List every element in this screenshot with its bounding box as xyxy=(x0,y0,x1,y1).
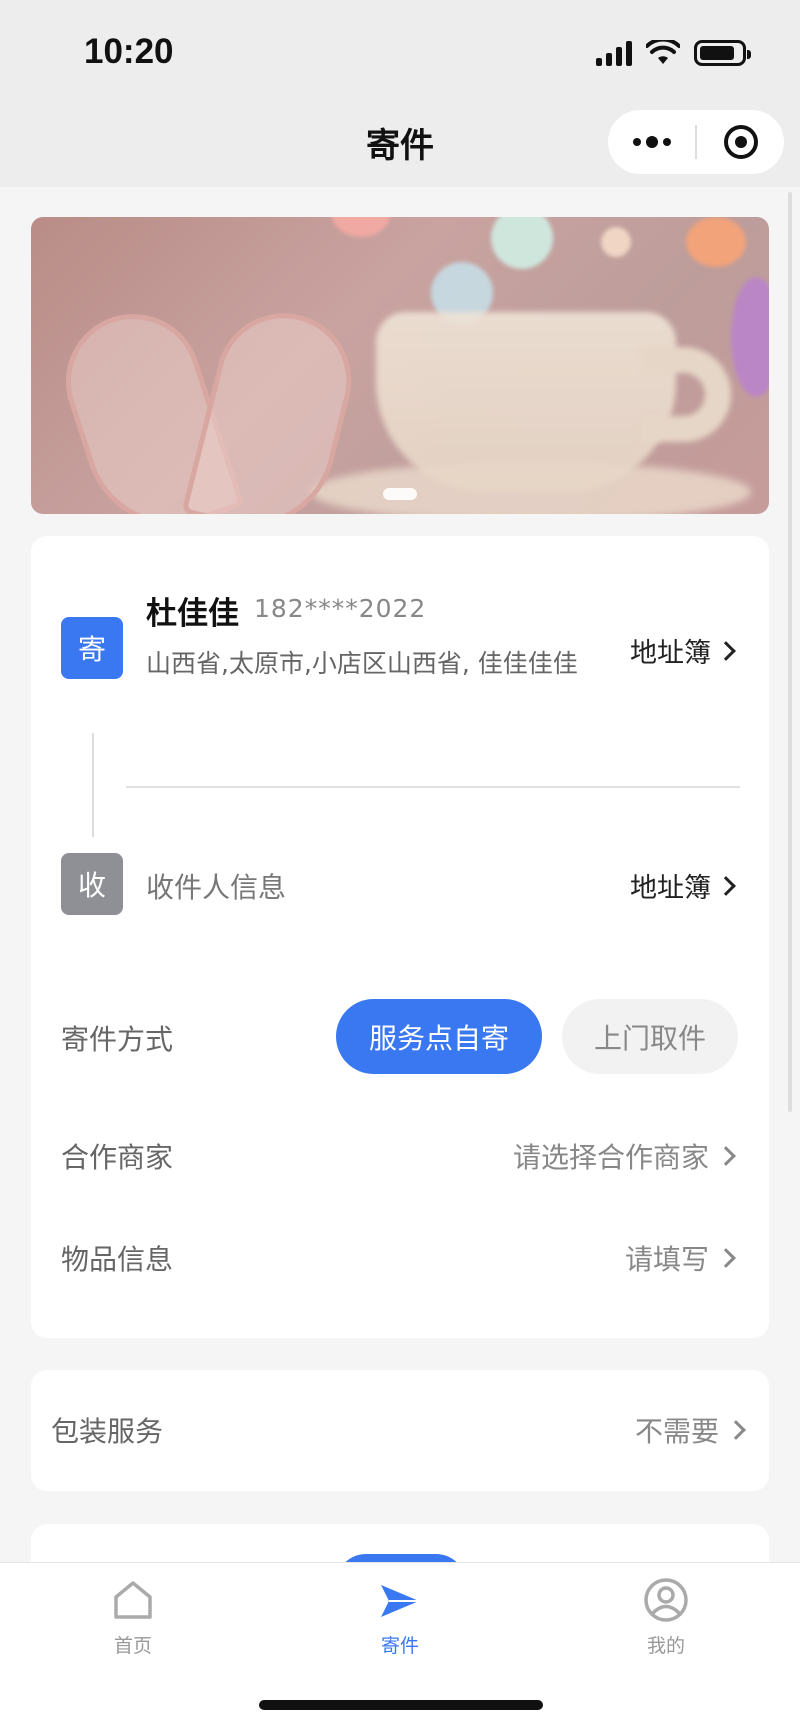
address-book-label: 地址簿 xyxy=(630,638,711,669)
close-mini-program-button[interactable] xyxy=(697,110,784,174)
chevron-right-icon xyxy=(716,875,736,896)
merchant-value: 请选择合作商家 xyxy=(512,1141,709,1174)
merchant-label: 合作商家 xyxy=(61,1141,174,1174)
home-icon xyxy=(114,1581,152,1619)
carousel-indicator xyxy=(383,488,417,500)
packaging-card[interactable]: 包装服务 不需要 xyxy=(31,1370,769,1491)
address-book-label: 地址簿 xyxy=(630,873,711,904)
recipient-address-book-link[interactable]: 地址簿 xyxy=(630,866,736,905)
status-time: 10:20 xyxy=(84,32,174,71)
home-indicator[interactable] xyxy=(259,1700,543,1710)
battery-icon xyxy=(694,40,751,66)
item-info-selector[interactable]: 请填写 xyxy=(624,1238,736,1278)
chevron-right-icon xyxy=(716,1248,736,1268)
tab-send[interactable]: 寄件 xyxy=(340,1577,460,1658)
top-bar: 10:20 寄件 xyxy=(0,0,800,187)
option-door-pickup[interactable]: 上门取件 xyxy=(562,999,738,1074)
tab-label: 首页 xyxy=(113,1635,152,1657)
recipient-info-field[interactable]: 收件人信息 xyxy=(146,866,286,906)
more-button[interactable] xyxy=(608,110,695,174)
shipping-form-card: 寄 杜佳佳 182****2022 山西省,太原市,小店区山西省, 佳佳佳佳 地… xyxy=(31,536,769,1338)
merchant-selector[interactable]: 请选择合作商家 xyxy=(512,1136,736,1176)
packaging-label: 包装服务 xyxy=(51,1415,164,1448)
sender-name: 杜佳佳 xyxy=(146,596,239,632)
more-dots-icon xyxy=(632,136,671,148)
send-method-label: 寄件方式 xyxy=(61,1023,174,1056)
paper-plane-icon xyxy=(381,1585,419,1617)
connector-line xyxy=(92,733,94,837)
sender-phone: 182****2022 xyxy=(254,594,427,623)
chevron-right-icon xyxy=(716,640,736,661)
tab-label: 我的 xyxy=(646,1635,685,1657)
scrollbar[interactable] xyxy=(788,192,792,1112)
divider xyxy=(126,786,740,788)
item-info-label: 物品信息 xyxy=(61,1243,174,1276)
sender-tag: 寄 xyxy=(61,617,123,679)
tab-home[interactable]: 首页 xyxy=(73,1577,193,1658)
tab-label: 寄件 xyxy=(380,1635,419,1657)
wifi-icon xyxy=(646,40,680,64)
recipient-tag: 收 xyxy=(61,853,123,915)
sender-address-book-link[interactable]: 地址簿 xyxy=(630,631,736,670)
status-icons xyxy=(596,38,751,68)
profile-icon xyxy=(644,1578,688,1622)
chevron-right-icon xyxy=(726,1420,746,1440)
banner-carousel[interactable] xyxy=(31,217,769,514)
tab-mine[interactable]: 我的 xyxy=(606,1577,726,1658)
signal-icon xyxy=(596,40,632,66)
target-icon xyxy=(723,125,758,159)
chevron-right-icon xyxy=(716,1146,736,1166)
option-self-drop-off[interactable]: 服务点自寄 xyxy=(336,999,542,1074)
packaging-value: 不需要 xyxy=(634,1415,719,1448)
packaging-selector[interactable]: 不需要 xyxy=(634,1410,746,1450)
item-info-value: 请填写 xyxy=(624,1243,709,1276)
sender-address[interactable]: 山西省,太原市,小店区山西省, 佳佳佳佳 xyxy=(146,644,586,683)
mini-program-capsule xyxy=(608,110,784,174)
